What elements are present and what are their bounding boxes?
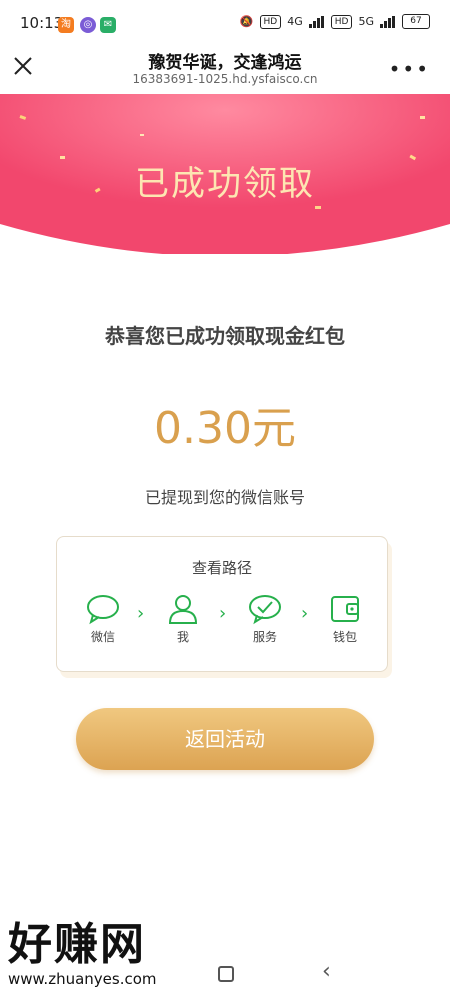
recents-icon[interactable] (218, 966, 234, 982)
path-step-label: 我 (176, 630, 189, 644)
path-step-wechat: 微信 (73, 593, 133, 645)
path-card: 查看路径 微信 › 我 › 服务 › 钱包 (56, 536, 388, 672)
app-icon: ◎ (80, 17, 96, 33)
congrats-text: 恭喜您已成功领取现金红包 (105, 324, 345, 348)
path-title: 查看路径 (191, 559, 252, 577)
mute-icon: 🔕 (239, 15, 254, 28)
chevron-right-icon: › (219, 603, 227, 624)
hd-badge: HD (259, 14, 282, 29)
back-icon[interactable]: ‹ (322, 959, 331, 984)
path-step-label: 钱包 (332, 630, 357, 644)
chevron-right-icon: › (137, 603, 145, 624)
system-nav-bar: ‹ (0, 948, 450, 1000)
signal-icon (308, 15, 325, 28)
check-chat-icon (249, 595, 281, 625)
page-url: 16383691-1025.hd.ysfaisco.cn (132, 72, 318, 86)
amount-value: 0.30元 (154, 403, 296, 454)
taobao-icon: 淘 (58, 17, 74, 33)
person-icon (168, 595, 198, 624)
net-4g: 4G (287, 15, 303, 28)
battery-icon: 67 (402, 14, 430, 29)
return-activity-button[interactable]: 返回活动 (76, 708, 374, 770)
success-banner: 已成功领取 (0, 94, 450, 254)
more-icon[interactable]: ••• (389, 59, 430, 79)
path-step-wallet: 钱包 (315, 593, 375, 645)
path-step-label: 微信 (90, 630, 115, 644)
hd-badge-2: HD (330, 14, 353, 29)
chevron-right-icon: › (301, 603, 309, 624)
clock: 10:13 (20, 14, 64, 32)
chat-bubble-icon (87, 595, 119, 625)
net-5g: 5G (358, 15, 374, 28)
signal-icon-2 (380, 15, 396, 28)
path-step-service: 服务 (235, 593, 295, 645)
withdraw-note: 已提现到您的微信账号 (144, 488, 305, 507)
title-bar: 豫贺华诞，交逢鸿运 16383691-1025.hd.ysfaisco.cn •… (0, 40, 450, 94)
status-icons: 🔕 HD 4G HD 5G 67 (240, 14, 430, 29)
wechat-icon: ✉ (100, 17, 116, 33)
path-step-label: 服务 (252, 630, 277, 644)
wallet-icon (331, 596, 359, 622)
status-bar: 10:13 淘 ◎ ✉ 🔕 HD 4G HD 5G 67 (0, 0, 450, 40)
page-title: 豫贺华诞，交逢鸿运 (148, 53, 302, 73)
banner-title: 已成功领取 (135, 164, 315, 204)
path-step-me: 我 (153, 593, 213, 645)
